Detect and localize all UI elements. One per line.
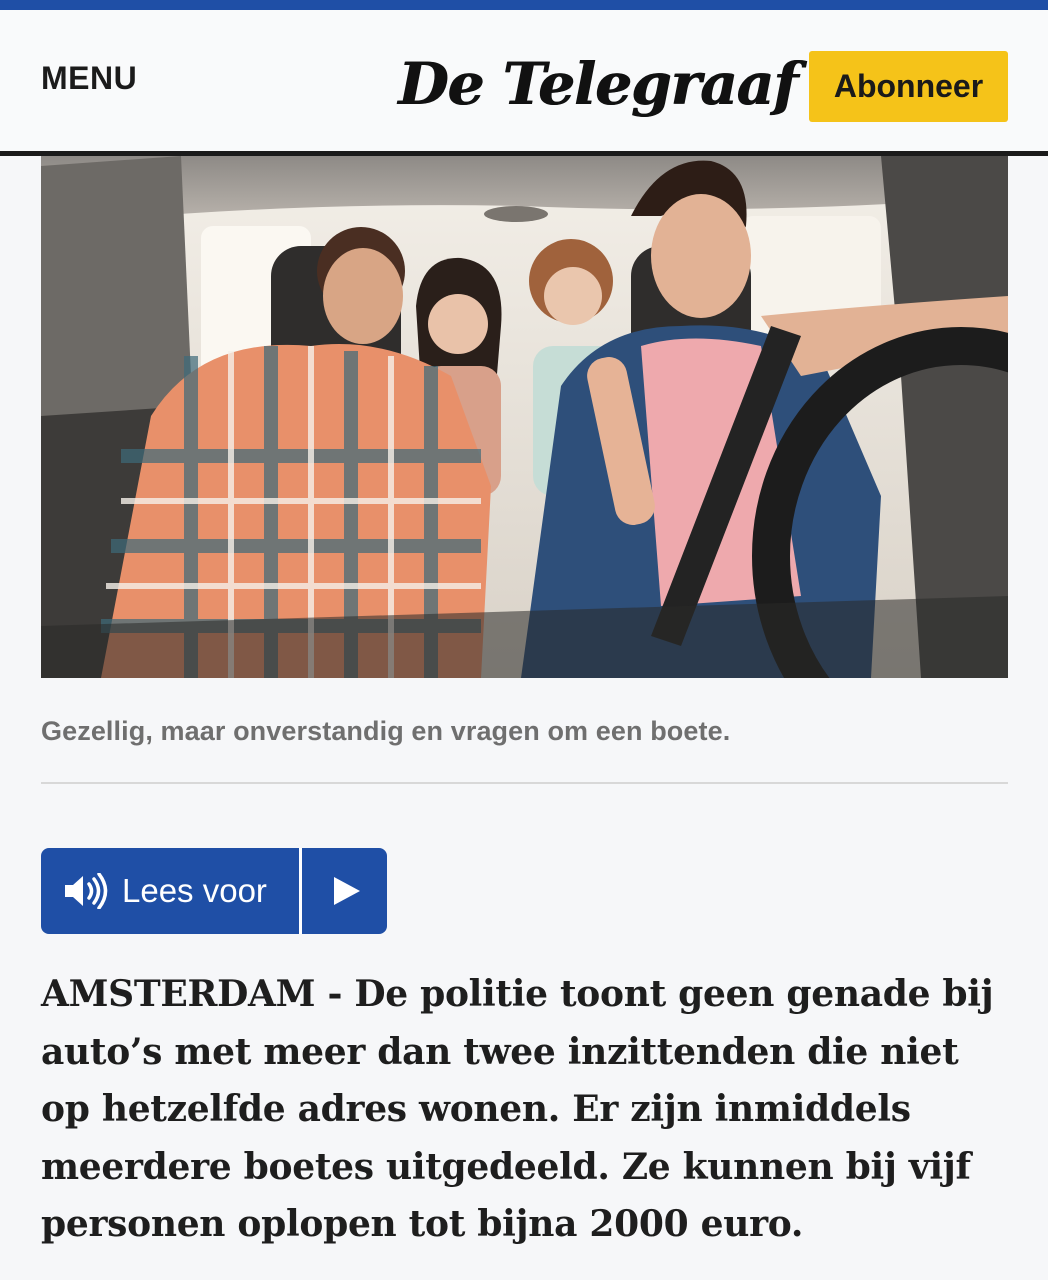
menu-button[interactable]: MENU — [41, 60, 137, 97]
site-logo[interactable]: De Telegraaf — [398, 44, 798, 124]
site-header: MENU De Telegraaf Abonneer — [0, 10, 1048, 152]
read-aloud-label: Lees voor — [122, 872, 267, 909]
read-aloud-widget: Lees voor — [41, 848, 387, 934]
hero-image — [41, 156, 1008, 678]
top-accent-bar — [0, 0, 1048, 10]
subscribe-button[interactable]: Abonneer — [809, 51, 1008, 122]
play-icon — [334, 877, 360, 905]
read-aloud-button[interactable]: Lees voor — [41, 848, 299, 934]
play-button[interactable] — [302, 848, 387, 934]
speaker-icon — [65, 873, 108, 909]
image-caption: Gezellig, maar onverstandig en vragen om… — [41, 716, 731, 746]
article-lead: AMSTERDAM - De politie toont geen genade… — [41, 973, 994, 1245]
caption-divider — [41, 782, 1008, 784]
